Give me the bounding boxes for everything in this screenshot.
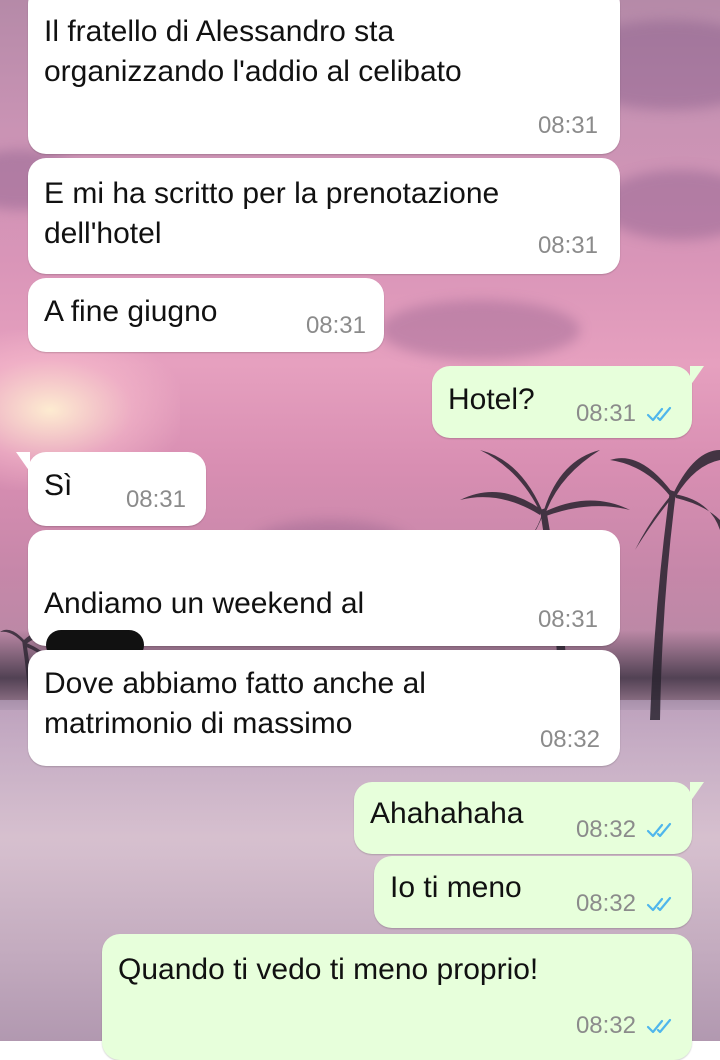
message-bubble-incoming[interactable]: Andiamo un weekend al 08:31	[28, 530, 620, 661]
message-text: Hotel?	[448, 383, 535, 416]
message-bubble-incoming[interactable]: Dove abbiamo fatto anche al matrimonio d…	[28, 650, 620, 766]
message-bubble-outgoing[interactable]: Io ti meno 08:32	[374, 856, 692, 928]
message-bubble-incoming[interactable]: Sì 08:31	[16, 452, 206, 526]
message-text: Io ti meno	[390, 871, 522, 904]
message-bubble-outgoing[interactable]: Ahahahaha 08:32	[354, 782, 704, 854]
message-text: A fine giugno	[44, 295, 218, 328]
double-check-read-icon	[646, 1018, 672, 1034]
message-time: 08:31	[537, 606, 598, 633]
message-text: E mi ha scritto per la prenotazione dell…	[44, 177, 500, 250]
message-time: 08:32	[575, 816, 636, 843]
message-bubble-outgoing[interactable]: Quando ti vedo ti meno proprio! 08:32	[102, 934, 692, 1060]
message-text: Ahahahaha	[370, 797, 524, 830]
message-text: Andiamo un weekend al	[44, 544, 364, 664]
message-bubble-incoming[interactable]: A fine giugno 08:31	[28, 278, 384, 352]
chat-messages: Il fratello di Alessandro sta organizzan…	[0, 0, 720, 1060]
message-time: 08:32	[575, 1012, 636, 1039]
message-time: 08:31	[305, 312, 366, 339]
message-bubble-incoming[interactable]: E mi ha scritto per la prenotazione dell…	[28, 158, 620, 274]
message-time: 08:31	[125, 486, 186, 513]
message-text: Quando ti vedo ti meno proprio!	[118, 953, 539, 986]
message-time: 08:32	[539, 726, 600, 753]
message-time: 08:31	[575, 400, 636, 427]
message-time: 08:32	[575, 890, 636, 917]
message-time: 08:31	[537, 232, 598, 259]
message-bubble-incoming[interactable]: Il fratello di Alessandro sta organizzan…	[28, 0, 620, 154]
double-check-read-icon	[646, 822, 672, 838]
double-check-read-icon	[646, 896, 672, 912]
message-bubble-outgoing[interactable]: Hotel? 08:31	[432, 366, 704, 438]
message-text-content: Andiamo un weekend al	[44, 587, 365, 620]
message-text: Dove abbiamo fatto anche al matrimonio d…	[44, 667, 426, 740]
double-check-read-icon	[646, 406, 672, 422]
message-text: Sì	[44, 469, 73, 502]
message-text: Il fratello di Alessandro sta organizzan…	[44, 15, 462, 88]
message-time: 08:31	[537, 112, 598, 139]
